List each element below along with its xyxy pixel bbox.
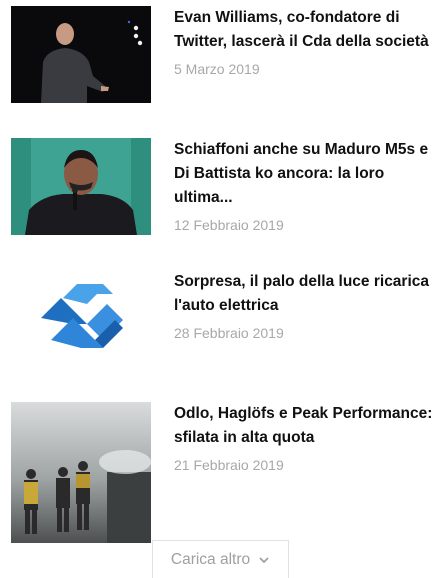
article-thumbnail-politician[interactable] — [11, 138, 151, 235]
speaker-photo-image — [11, 6, 151, 103]
article-title[interactable]: Evan Williams, co-fondatore di Twitter, … — [174, 6, 436, 54]
article-title[interactable]: Schiaffoni anche su Maduro M5s e Di Batt… — [174, 138, 436, 210]
load-more-label: Carica altro — [170, 550, 251, 568]
article-thumbnail-logo[interactable] — [11, 270, 151, 367]
load-more-button[interactable]: Carica altro — [152, 540, 289, 578]
article-title[interactable]: Odlo, Haglöfs e Peak Performance: sfilat… — [174, 402, 436, 450]
article-date: 5 Marzo 2019 — [174, 61, 260, 77]
article-title[interactable]: Sorpresa, il palo della luce ricarica l'… — [174, 270, 436, 318]
article-date: 12 Febbraio 2019 — [174, 217, 284, 233]
article-date: 21 Febbraio 2019 — [174, 457, 284, 473]
article-thumbnail-speaker[interactable] — [11, 6, 151, 103]
article-thumbnail-fashion-show[interactable] — [11, 402, 151, 543]
politician-photo-image — [11, 138, 151, 235]
fashion-show-photo-image — [11, 402, 151, 543]
article-date: 28 Febbraio 2019 — [174, 325, 284, 341]
blue-hexagon-logo — [11, 270, 151, 367]
chevron-down-icon — [259, 557, 269, 563]
